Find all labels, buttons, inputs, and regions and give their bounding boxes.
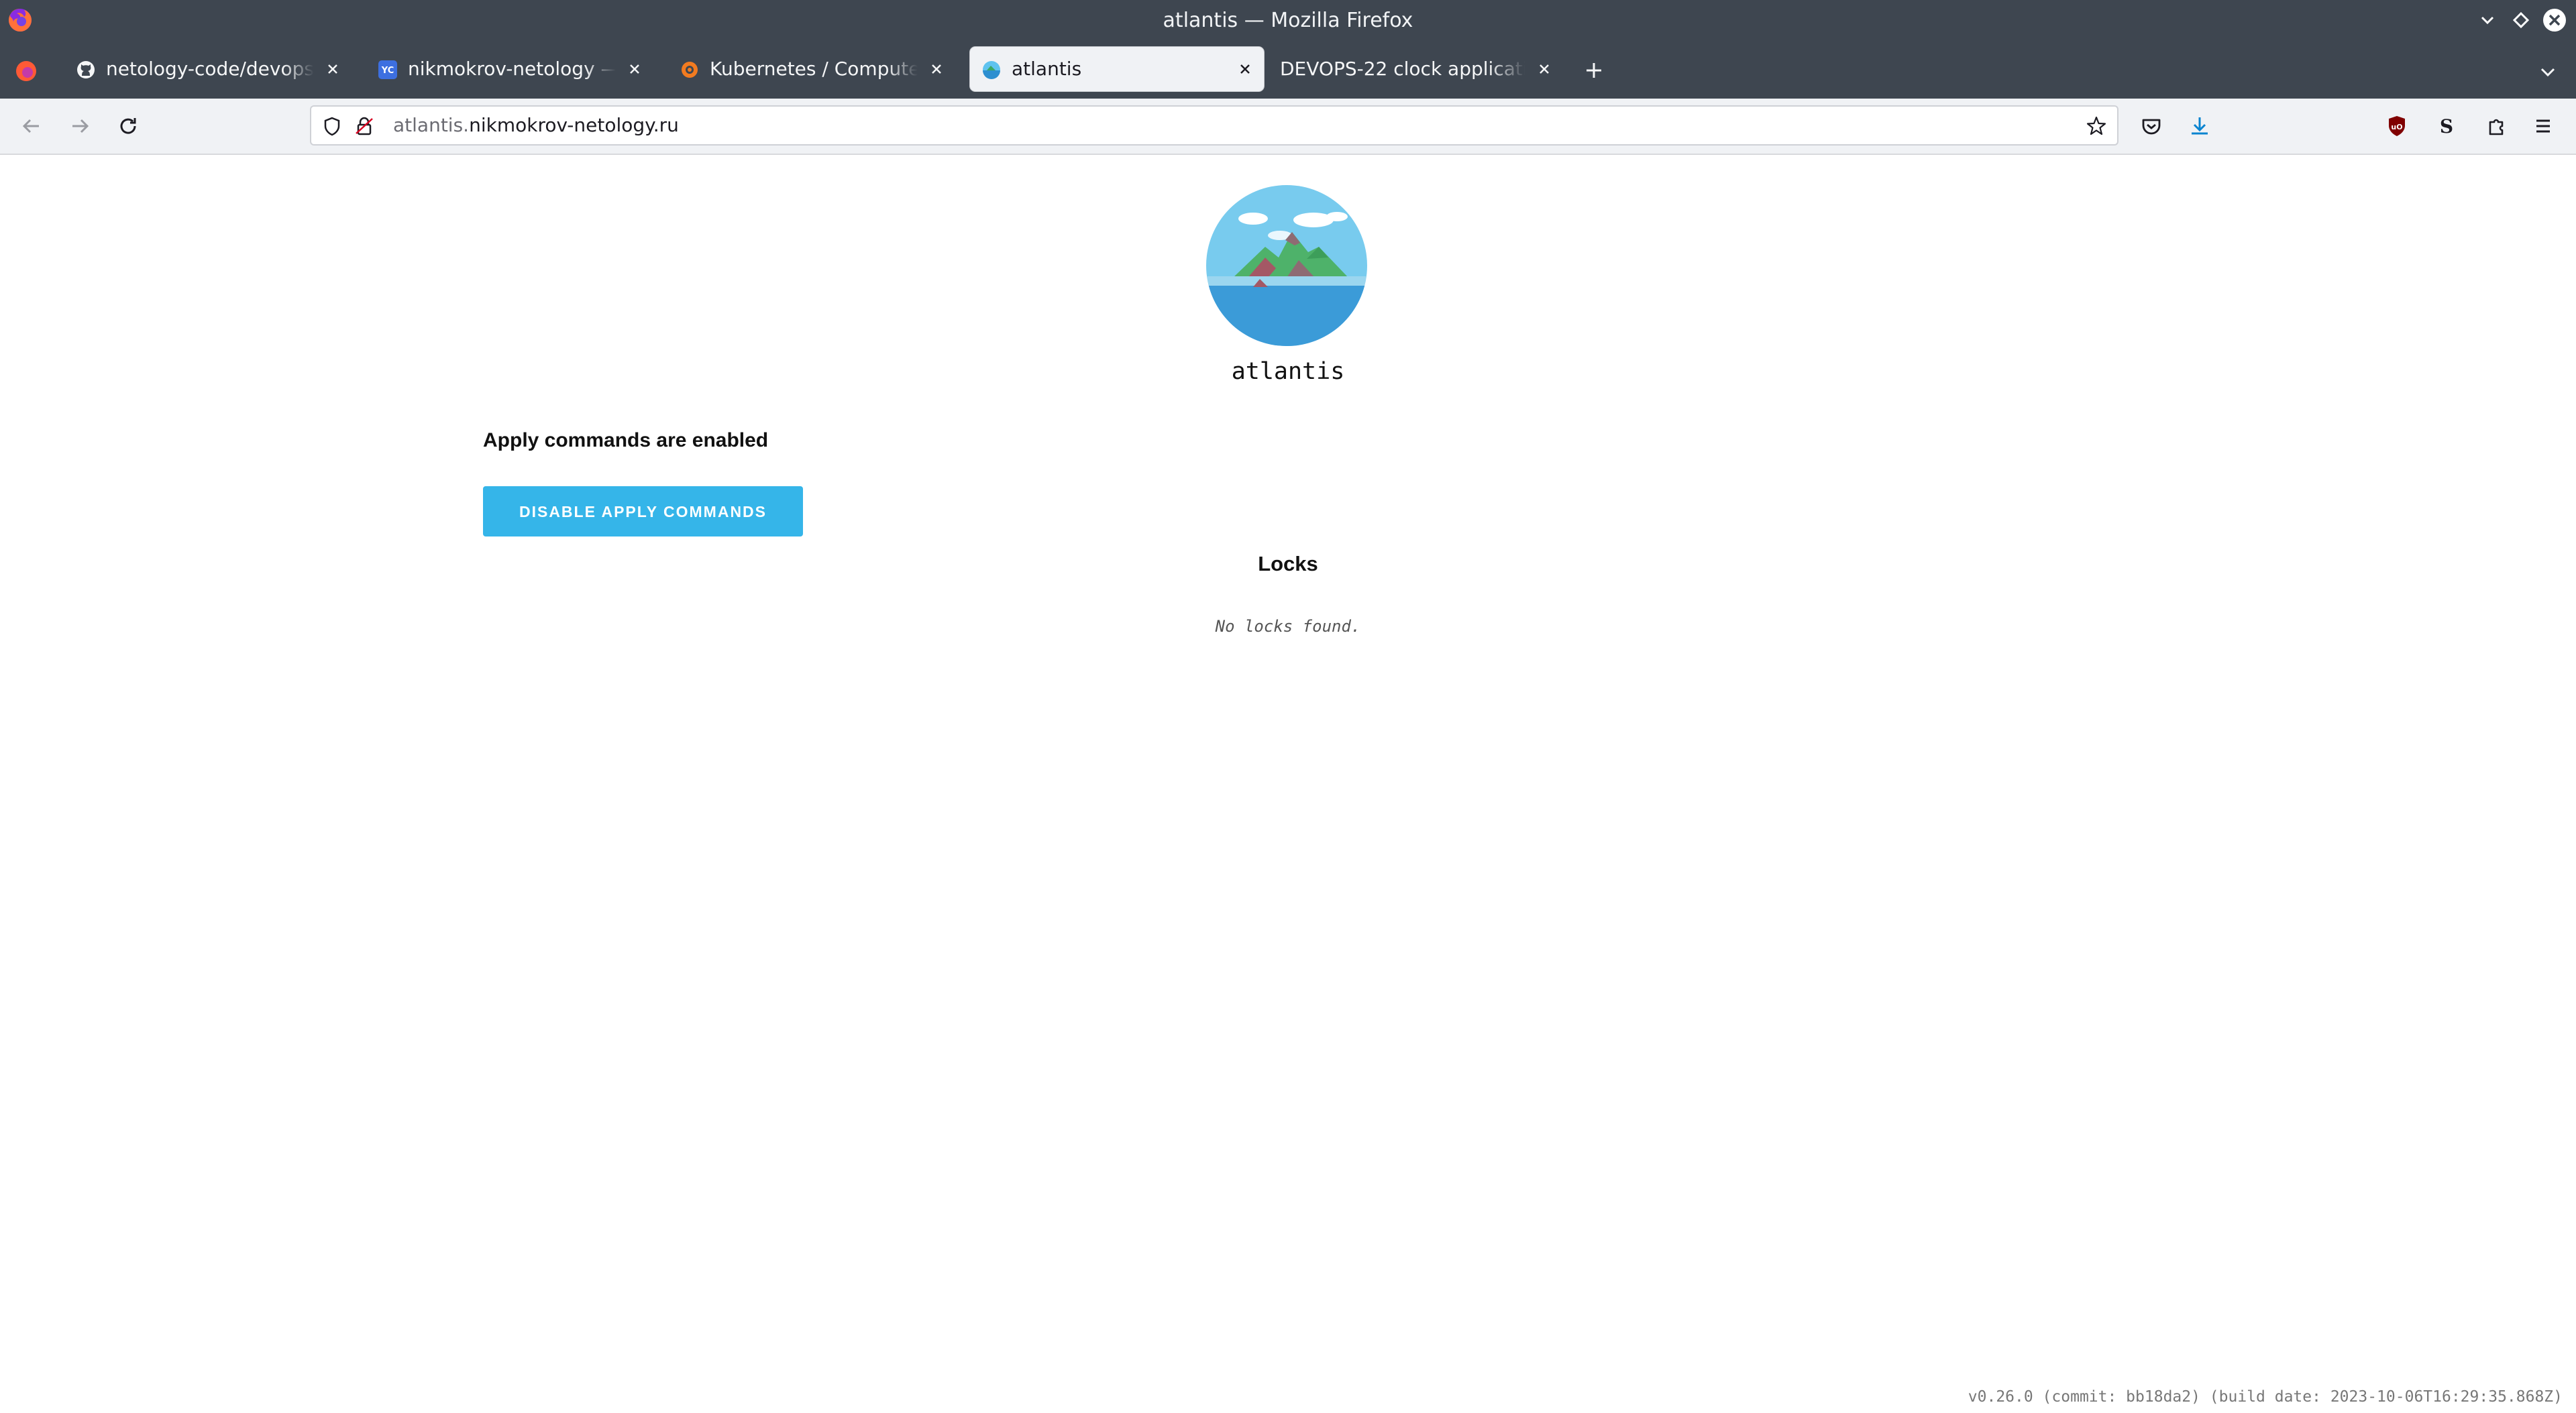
brand-name: atlantis	[1231, 358, 1345, 385]
new-tab-icon[interactable]	[1580, 57, 1607, 84]
atlantis-icon	[981, 59, 1002, 80]
extensions-puzzle-icon[interactable]	[2482, 112, 2510, 140]
close-tab-icon[interactable]	[1534, 58, 1555, 80]
tab-label: atlantis	[1012, 58, 1082, 80]
tab-devops-clock[interactable]: DEVOPS-22 clock application deploy	[1268, 47, 1563, 91]
disable-apply-commands-button[interactable]: DISABLE APPLY COMMANDS	[483, 486, 803, 536]
downloads-icon[interactable]	[2186, 112, 2214, 140]
tab-grafana[interactable]: Kubernetes / Compute Resources	[668, 47, 955, 91]
apply-commands-status: Apply commands are enabled	[483, 429, 769, 451]
forward-arrow-icon[interactable]	[66, 112, 94, 140]
insecure-lock-icon[interactable]	[353, 115, 376, 137]
no-locks-message: No locks found.	[1215, 617, 1361, 636]
close-tab-icon[interactable]	[1234, 58, 1256, 80]
close-window-icon[interactable]	[2540, 5, 2569, 35]
stylus-extension-icon[interactable]: S	[2432, 112, 2461, 140]
tab-label: DEVOPS-22 clock application deploy	[1280, 58, 1525, 80]
svg-text:S: S	[2440, 115, 2453, 137]
locks-heading: Locks	[1258, 552, 1318, 575]
tab-label: nikmokrov-netology — Зап	[408, 58, 616, 80]
maximize-window-icon[interactable]	[2506, 5, 2536, 35]
ublock-origin-icon[interactable]: uO	[2383, 112, 2411, 140]
grafana-icon	[679, 59, 700, 80]
tab-yandex-cloud[interactable]: YC nikmokrov-netology — Зап	[366, 47, 653, 91]
tab-github[interactable]: netology-code/devops-diploma	[64, 47, 352, 91]
firefox-view-icon[interactable]	[13, 58, 39, 84]
url-text[interactable]: atlantis.nikmokrov-netology.ru	[393, 107, 679, 144]
url-domain: nikmokrov-netology.ru	[469, 114, 679, 136]
pocket-icon[interactable]	[2137, 112, 2165, 140]
list-all-tabs-icon[interactable]	[2534, 58, 2561, 85]
version-footer: v0.26.0 (commit: bb18da2) (build date: 2…	[1968, 1388, 2563, 1406]
yandex-cloud-icon: YC	[377, 59, 398, 80]
tracking-protection-shield-icon[interactable]	[321, 115, 343, 137]
tab-atlantis[interactable]: atlantis	[970, 47, 1264, 91]
svg-text:uO: uO	[2391, 123, 2402, 131]
url-bar[interactable]: atlantis.nikmokrov-netology.ru	[310, 105, 2118, 146]
tab-label: Kubernetes / Compute Resources	[710, 58, 918, 80]
minimize-window-icon[interactable]	[2473, 5, 2502, 35]
application-menu-icon[interactable]	[2529, 112, 2557, 140]
svg-text:YC: YC	[381, 66, 394, 76]
window-title: atlantis — Mozilla Firefox	[1163, 9, 1413, 32]
window-title-bar: atlantis — Mozilla Firefox	[0, 0, 2576, 41]
back-arrow-icon[interactable]	[17, 112, 46, 140]
close-tab-icon[interactable]	[624, 58, 645, 80]
url-subdomain: atlantis.	[393, 114, 470, 136]
close-tab-icon[interactable]	[322, 58, 343, 80]
close-tab-icon[interactable]	[926, 58, 947, 80]
reload-icon[interactable]	[114, 112, 142, 140]
atlantis-logo	[1206, 185, 1367, 346]
navigation-toolbar: atlantis.nikmokrov-netology.ru uO S	[0, 99, 2576, 155]
tab-label: netology-code/devops-diploma	[106, 58, 314, 80]
github-icon	[75, 59, 97, 80]
bookmark-star-icon[interactable]	[2085, 115, 2108, 137]
tab-strip: netology-code/devops-diploma YC nikmokro…	[0, 41, 2576, 99]
